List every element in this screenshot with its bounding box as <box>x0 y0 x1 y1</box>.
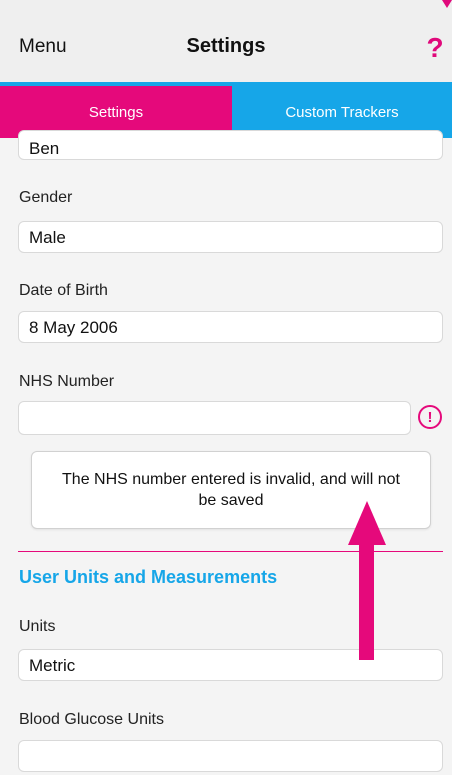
arrow-shaft <box>359 540 374 660</box>
exclamation-circle-icon[interactable]: ! <box>418 405 442 429</box>
units-label: Units <box>19 618 56 635</box>
gender-label: Gender <box>19 189 73 206</box>
page-title: Settings <box>186 35 266 57</box>
nhs-number-label: NHS Number <box>19 373 115 390</box>
dob-field[interactable]: 8 May 2006 <box>18 311 443 343</box>
dob-label: Date of Birth <box>19 282 108 299</box>
section-title: User Units and Measurements <box>19 567 278 587</box>
units-field[interactable]: Metric <box>18 649 443 681</box>
navigation-bar: Menu Settings ? <box>0 0 452 87</box>
blood-glucose-units-label: Blood Glucose Units <box>19 711 164 728</box>
arrow-up-icon <box>348 501 386 545</box>
section-divider <box>18 551 443 552</box>
name-value: Ben <box>29 139 60 158</box>
gender-field[interactable]: Male <box>18 221 443 253</box>
nhs-number-input[interactable] <box>18 401 411 435</box>
question-mark-icon[interactable]: ? <box>420 30 450 66</box>
name-field[interactable]: Ben <box>18 130 443 160</box>
blood-glucose-units-field[interactable] <box>18 740 443 772</box>
corner-marker <box>442 0 452 8</box>
